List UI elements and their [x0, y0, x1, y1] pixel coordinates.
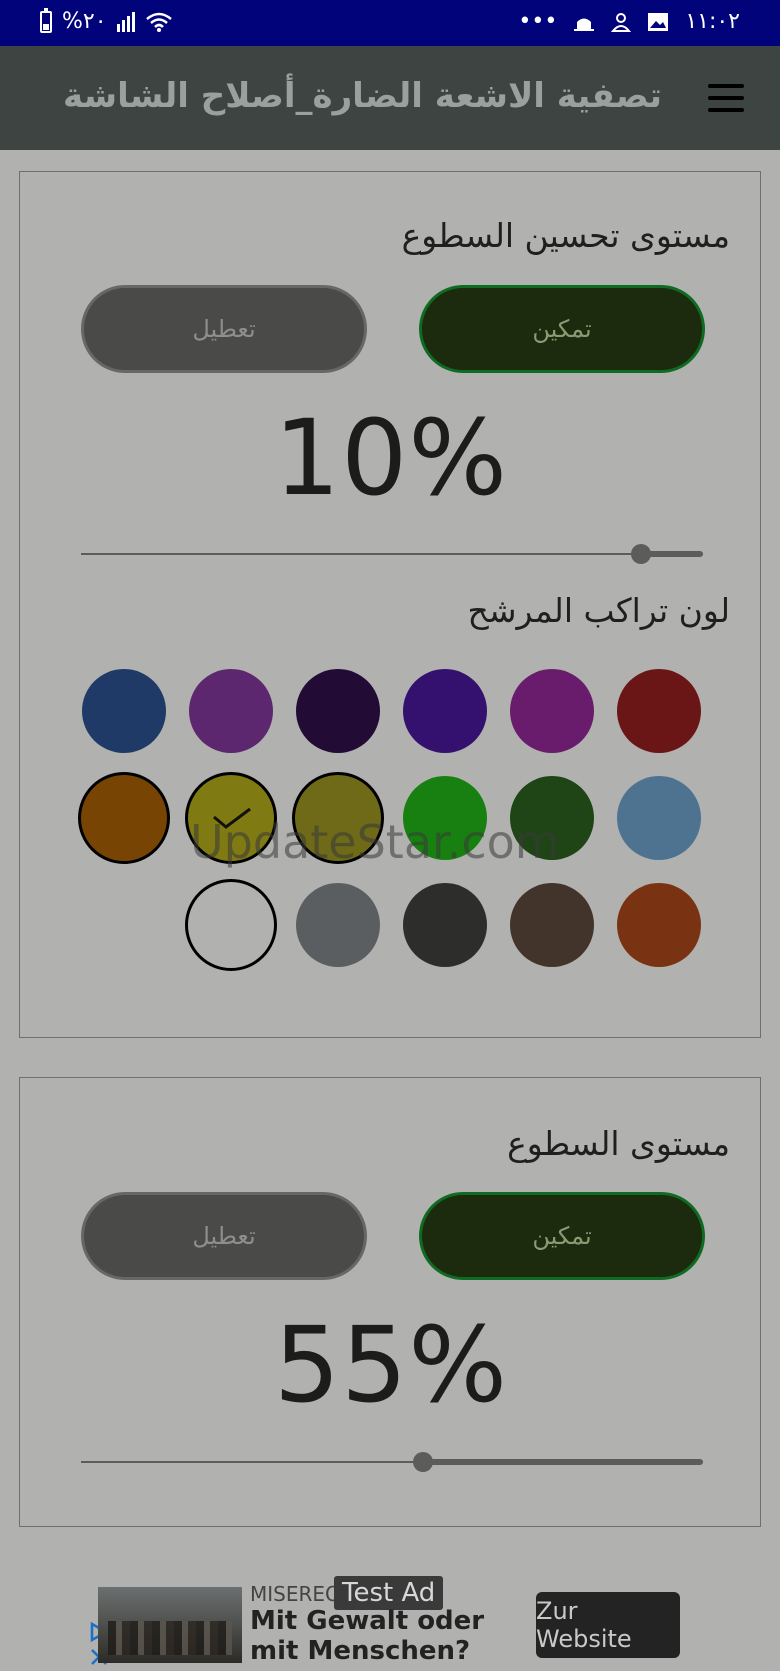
swatch-purple[interactable]: [189, 669, 273, 753]
swatch-gray[interactable]: [296, 883, 380, 967]
blue-light-enable-button[interactable]: تمكين: [419, 285, 705, 373]
clock: ١١:٠٢: [685, 9, 740, 34]
swatch-orange[interactable]: [78, 772, 170, 864]
battery-icon: [40, 7, 52, 33]
brightness-title: مستوى السطوع: [507, 1124, 730, 1163]
swatch-brown[interactable]: [510, 883, 594, 967]
swatch-blue[interactable]: [82, 669, 166, 753]
swatch-charcoal[interactable]: [403, 883, 487, 967]
checkmark-icon: [213, 807, 251, 829]
person-icon: [611, 12, 632, 32]
brightness-card: مستوى السطوع تمكين تعطيل 55%: [19, 1077, 761, 1527]
swatch-light-blue[interactable]: [617, 776, 701, 860]
app-bar: تصفية الاشعة الضارة_أصلاح الشاشة: [0, 46, 780, 150]
brightness-disable-button[interactable]: تعطيل: [81, 1192, 367, 1280]
battery-text: %٢٠: [62, 9, 107, 34]
swatch-white[interactable]: [185, 879, 277, 971]
ad-image[interactable]: [98, 1587, 242, 1663]
brightness-percent: 55%: [273, 1304, 509, 1426]
ad-banner[interactable]: MISEREOR Test Ad Mit Gewalt oder mit Men…: [88, 1576, 692, 1671]
hamburger-menu-icon[interactable]: [708, 84, 744, 112]
blue-light-title: مستوى تحسين السطوع: [401, 216, 730, 255]
app-title: تصفية الاشعة الضارة_أصلاح الشاشة: [63, 76, 662, 116]
swatch-deep-orange[interactable]: [617, 883, 701, 967]
wifi-icon: [145, 12, 172, 32]
status-left: %٢٠: [40, 7, 173, 34]
brightness-slider[interactable]: [81, 1451, 703, 1473]
blue-light-card: مستوى تحسين السطوع تمكين تعطيل 10% لون ت…: [19, 171, 761, 1038]
status-right: ••• ١١:٠٢: [518, 9, 740, 34]
blue-light-percent: 10%: [273, 397, 509, 519]
mosque-icon: [574, 18, 595, 31]
swatch-dark-green[interactable]: [510, 776, 594, 860]
swatch-violet[interactable]: [403, 669, 487, 753]
ad-cta-button[interactable]: Zur Website: [536, 1592, 680, 1658]
brightness-enable-button[interactable]: تمكين: [419, 1192, 705, 1280]
blue-light-slider[interactable]: [81, 543, 703, 565]
slider-thumb[interactable]: [413, 1452, 433, 1472]
filter-color-label: لون تراكب المرشح: [467, 591, 730, 630]
ad-headline[interactable]: Mit Gewalt oder mit Menschen?: [250, 1606, 510, 1666]
more-notifications-icon: •••: [518, 9, 558, 34]
signal-icon: [116, 11, 135, 32]
swatch-dark-purple[interactable]: [296, 669, 380, 753]
status-bar: %٢٠ ••• ١١:٠٢: [0, 0, 780, 46]
swatch-magenta[interactable]: [510, 669, 594, 753]
slider-fill: [423, 1459, 703, 1465]
swatch-olive[interactable]: [292, 772, 384, 864]
test-ad-badge: Test Ad: [334, 1576, 444, 1610]
swatch-yellow[interactable]: [185, 772, 277, 864]
blue-light-disable-button[interactable]: تعطيل: [81, 285, 367, 373]
slider-track: [81, 553, 703, 555]
swatch-green[interactable]: [403, 776, 487, 860]
image-icon: [648, 12, 669, 31]
swatch-red[interactable]: [617, 669, 701, 753]
slider-thumb[interactable]: [631, 544, 651, 564]
